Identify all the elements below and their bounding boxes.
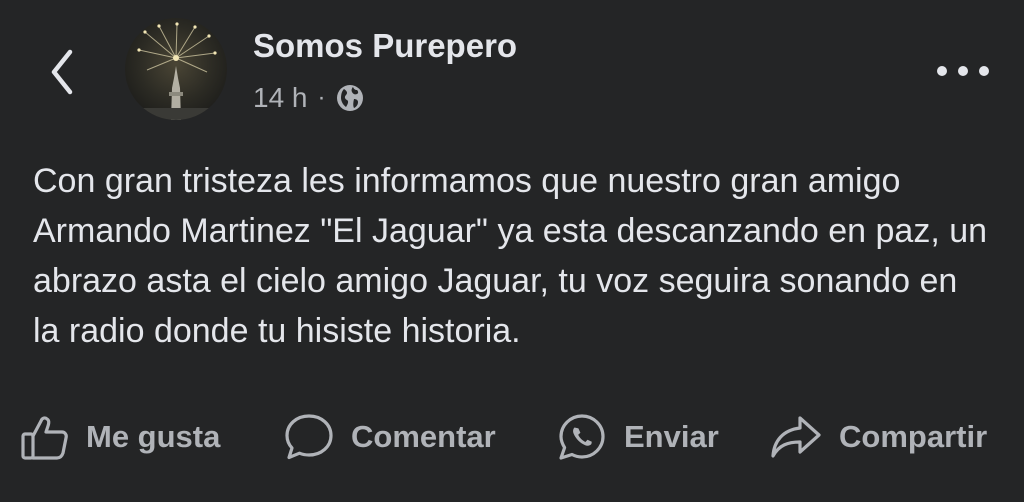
comment-button[interactable]: Comentar bbox=[283, 404, 496, 470]
more-horizontal-icon bbox=[937, 66, 989, 76]
send-button[interactable]: Enviar bbox=[556, 404, 719, 470]
share-label: Compartir bbox=[839, 419, 988, 454]
chevron-left-icon bbox=[51, 49, 73, 95]
avatar-image bbox=[125, 18, 227, 120]
post-timestamp[interactable]: 14 h bbox=[253, 82, 308, 114]
page-name[interactable]: Somos Purepero bbox=[253, 27, 517, 65]
comment-label: Comentar bbox=[351, 419, 496, 454]
avatar[interactable] bbox=[125, 18, 227, 120]
post-meta: 14 h · bbox=[253, 80, 365, 116]
like-label: Me gusta bbox=[86, 419, 221, 454]
meta-separator: · bbox=[317, 84, 326, 111]
back-button[interactable] bbox=[38, 44, 86, 100]
like-button[interactable]: Me gusta bbox=[20, 404, 220, 470]
thumbs-up-icon bbox=[21, 416, 68, 460]
comment-icon bbox=[285, 414, 333, 460]
post-action-bar: Me gusta Comentar Enviar Compartir bbox=[0, 404, 1024, 470]
share-button[interactable]: Compartir bbox=[769, 404, 987, 470]
send-label: Enviar bbox=[624, 419, 719, 454]
post-text: Con gran tristeza les informamos que nue… bbox=[33, 162, 988, 350]
whatsapp-icon bbox=[559, 414, 605, 460]
share-icon bbox=[771, 416, 821, 458]
more-options-button[interactable] bbox=[934, 56, 992, 86]
globe-icon[interactable] bbox=[335, 83, 365, 113]
